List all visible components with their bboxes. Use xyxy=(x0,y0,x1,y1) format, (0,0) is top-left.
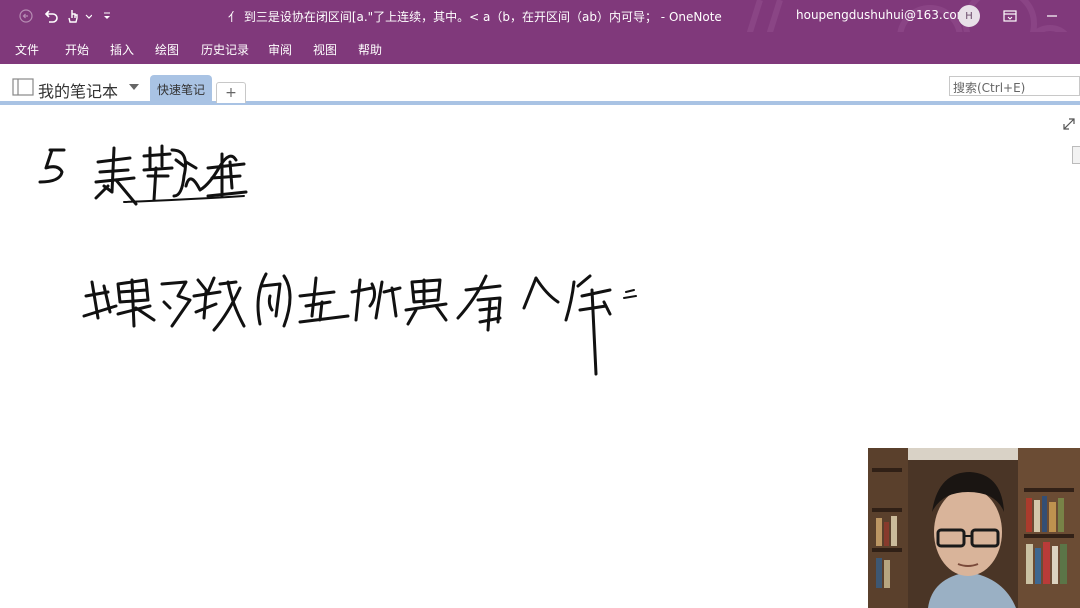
window-title: 亻 到三是设协在闭区间[a."了上连续，其中。< a（b，在开区间（ab）内可导… xyxy=(228,10,722,24)
webcam-video xyxy=(868,448,1080,608)
menu-bar: 文件 开始 插入 绘图 历史记录 审阅 视图 帮助 xyxy=(0,32,1080,64)
title-bar: 亻 到三是设协在闭区间[a."了上连续，其中。< a（b，在开区间（ab）内可导… xyxy=(0,0,1080,64)
ribbon-display-icon xyxy=(1003,10,1017,22)
add-section-button[interactable]: + xyxy=(216,82,246,103)
menu-review[interactable]: 审阅 xyxy=(268,41,292,58)
minimize-button[interactable] xyxy=(1040,4,1064,28)
ribbon-display-button[interactable] xyxy=(998,4,1022,28)
menu-draw[interactable]: 绘图 xyxy=(155,41,179,58)
notebook-icon xyxy=(12,78,34,100)
undo-button[interactable] xyxy=(40,6,62,26)
search-input[interactable]: 搜索(Ctrl+E) xyxy=(949,76,1080,96)
avatar[interactable]: H xyxy=(958,5,980,27)
back-button[interactable] xyxy=(16,6,36,26)
chevron-down-icon[interactable] xyxy=(129,84,139,90)
undo-icon xyxy=(44,10,58,23)
touch-mode-button[interactable] xyxy=(64,6,94,26)
customize-qat-button[interactable] xyxy=(100,6,114,26)
tab-quick-notes[interactable]: 快速笔记 xyxy=(150,75,212,103)
webcam-image xyxy=(868,448,1080,608)
menu-history[interactable]: 历史记录 xyxy=(201,41,249,58)
account-email[interactable]: houpengdushuhui@163.com xyxy=(796,8,968,22)
notebook-name[interactable]: 我的笔记本 xyxy=(38,78,118,102)
menu-insert[interactable]: 插入 xyxy=(110,41,134,58)
expand-icon[interactable] xyxy=(1062,116,1076,135)
scrollbar-handle[interactable] xyxy=(1072,146,1080,164)
touch-mode-icon xyxy=(68,10,92,23)
minimize-icon xyxy=(1047,15,1057,17)
menu-view[interactable]: 视图 xyxy=(313,41,337,58)
menu-file[interactable]: 文件 xyxy=(15,41,39,58)
menu-help[interactable]: 帮助 xyxy=(358,41,382,58)
back-arrow-icon xyxy=(19,9,33,23)
customize-qat-icon xyxy=(104,12,110,19)
menu-home[interactable]: 开始 xyxy=(65,41,89,58)
